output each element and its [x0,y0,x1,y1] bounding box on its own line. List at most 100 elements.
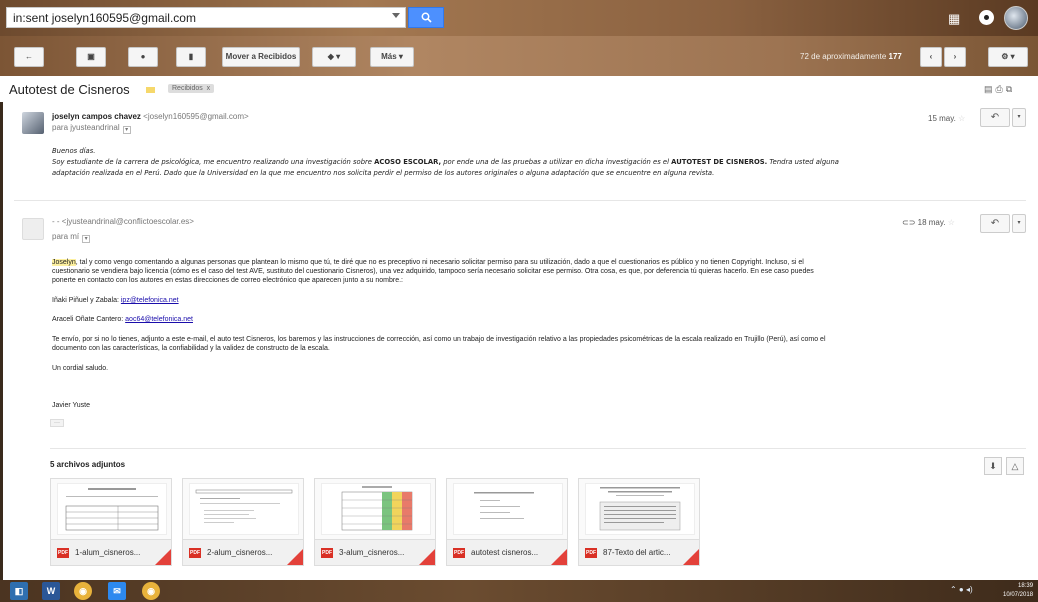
download-icon: ⬇ [989,461,997,471]
search-icon [421,12,432,23]
star-icon[interactable]: ☆ [958,114,965,123]
message-more-button[interactable]: ▾ [1012,108,1026,127]
system-tray[interactable]: ⌃ ● ◂) [950,585,973,594]
sender-email[interactable]: - - <jyusteandrinal@conflictoescolar.es> [52,217,194,226]
attachment-thumbnail [57,483,167,535]
thread-header: Autotest de Cisneros Recibidos x ▤⎙⧉ [0,76,1038,102]
attachment-card[interactable]: PDF autotest cisneros... [446,478,568,566]
message-date: ⊂⊃ 18 may. ☆ [902,218,955,227]
message-divider [14,200,1026,201]
word-app-icon[interactable]: W [42,582,60,600]
system-clock[interactable]: 18:39 10/07/2018 [1003,582,1033,600]
pdf-icon: PDF [453,548,465,558]
message-body-line2: adaptación realizada en el Perú. Dado qu… [52,169,715,177]
attachment-filename: PDF autotest cisneros... [447,539,567,565]
delete-button[interactable]: ▮ [176,47,206,67]
reply-icon: ↶ [990,218,1000,229]
signature-text: Javier Yuste [52,402,91,409]
older-button[interactable]: › [944,47,966,67]
archive-button[interactable]: ▣ [76,47,106,67]
attachment-card[interactable]: PDF 2-alum_cisneros... [182,478,304,566]
star-icon[interactable]: ☆ [948,218,955,227]
sender-line: joselyn campos chavez <joselyn160595@gma… [52,112,249,121]
more-button[interactable]: Más ▾ [370,47,414,67]
attachment-card[interactable]: PDF 1-alum_cisneros... [50,478,172,566]
reply-button[interactable]: ↶ [980,214,1010,233]
attachment-thumbnail [585,483,695,535]
reply-button[interactable]: ↶ [980,108,1010,127]
mail-app-icon[interactable]: ✉ [108,582,126,600]
spam-icon: ● [140,52,146,61]
details-dropdown-icon[interactable]: ▾ [122,126,131,134]
start-menu-icon[interactable]: ◧ [10,582,28,600]
reply-icon: ↶ [990,112,1000,123]
move-to-inbox-button[interactable]: Mover a Recibidos [222,47,300,67]
drive-icon: △ [1011,461,1019,471]
archive-icon: ▣ [87,52,95,61]
message-more-button[interactable]: ▾ [1012,214,1026,233]
importance-marker-icon[interactable] [146,87,155,93]
window-edge [0,102,3,580]
recipient-line: para mí ▾ [52,232,91,243]
sender-email: <joselyn160595@gmail.com> [143,112,249,121]
page-corner-icon [287,549,303,565]
sender-avatar-placeholder [22,218,44,240]
sender-avatar [22,112,44,134]
os-taskbar: ◧ W ◉ ✉ ◉ ⌃ ● ◂) 18:39 10/07/2018 [0,580,1038,602]
details-dropdown-icon[interactable]: ▾ [82,235,91,243]
pdf-icon: PDF [57,548,69,558]
settings-button[interactable]: ⚙ ▾ [988,47,1028,67]
report-spam-button[interactable]: ● [128,47,158,67]
author-1: Iñaki Piñuel y Zabala: ipz@telefonica.ne… [52,297,179,304]
author-2-email-link[interactable]: aoc64@telefonica.net [125,316,193,323]
attachment-thumbnail [453,483,563,535]
attachments-title: 5 archivos adjuntos [50,460,126,469]
attachment-clip-icon: ⊂⊃ [902,218,916,227]
pdf-icon: PDF [189,548,201,558]
search-button[interactable] [408,7,444,28]
author-1-email-link[interactable]: ipz@telefonica.net [121,297,179,304]
attachment-thumbnail [321,483,431,535]
search-input[interactable]: in:sent joselyn160595@gmail.com [6,7,406,28]
gear-icon: ⚙ ▾ [1001,52,1015,61]
sender-name[interactable]: joselyn campos chavez [52,112,141,121]
chrome-app-icon[interactable]: ◉ [74,582,92,600]
attachment-filename: PDF 3-alum_cisneros... [315,539,435,565]
action-toolbar: ← ▣ ● ▮ Mover a Recibidos ◆ ▾ Más ▾ 72 d… [0,36,1038,76]
page-corner-icon [551,549,567,565]
label-tag-icon: ◆ ▾ [327,52,341,61]
chrome-window-icon[interactable]: ◉ [142,582,160,600]
download-all-button[interactable]: ⬇ [984,457,1002,475]
notifications-icon[interactable] [979,10,994,25]
trash-icon: ▮ [188,52,194,61]
chevron-right-icon: › [953,52,957,61]
attachment-filename: PDF 1-alum_cisneros... [51,539,171,565]
attachment-card[interactable]: PDF 87-Texto del artic... [578,478,700,566]
attachment-thumbnail [189,483,299,535]
arrow-left-icon: ← [25,52,33,61]
show-trimmed-button[interactable]: ··· [50,419,64,427]
pagination-count: 72 de aproximadamente 177 [800,52,902,61]
top-bar: in:sent joselyn160595@gmail.com ▦ [0,0,1038,36]
attachment-filename: PDF 2-alum_cisneros... [183,539,303,565]
author-2: Araceli Oñate Cantero: aoc64@telefonica.… [52,316,193,323]
newer-button[interactable]: ‹ [920,47,942,67]
search-options-caret-icon[interactable] [392,13,400,18]
thread-subject: Autotest de Cisneros [9,82,130,97]
page-corner-icon [683,549,699,565]
message-body: Soy estudiante de la carrera de psicológ… [52,158,839,166]
recipient-line: para jyusteandrinal ▾ [52,123,131,134]
attachment-filename: PDF 87-Texto del artic... [579,539,699,565]
labels-button[interactable]: ◆ ▾ [312,47,356,67]
attachments-divider [50,448,1026,449]
attachment-card[interactable]: PDF 3-alum_cisneros... [314,478,436,566]
page-corner-icon [155,549,171,565]
label-badge[interactable]: Recibidos x [168,84,215,93]
chevron-left-icon: ‹ [929,52,933,61]
account-avatar[interactable] [1004,6,1028,30]
apps-grid-icon[interactable]: ▦ [948,11,960,27]
back-button[interactable]: ← [14,47,44,67]
save-to-drive-button[interactable]: △ [1006,457,1024,475]
pdf-icon: PDF [585,548,597,558]
print-expand-icons[interactable]: ▤⎙⧉ [984,84,1015,95]
